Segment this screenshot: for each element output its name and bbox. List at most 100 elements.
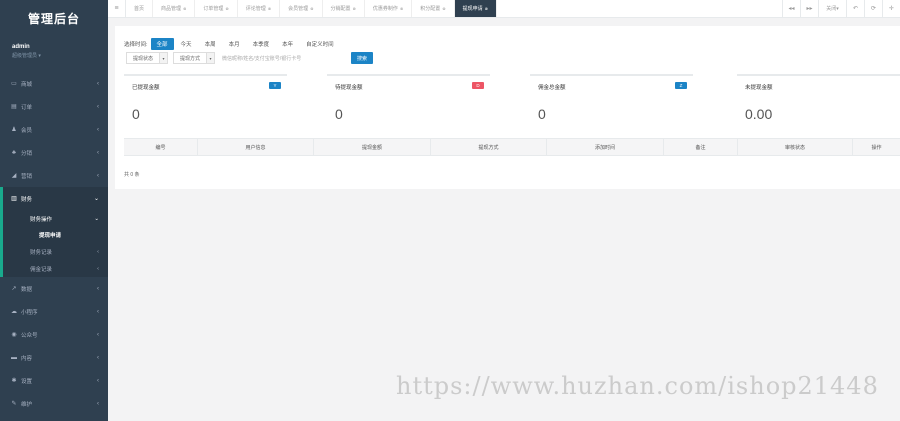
- close-circle-icon[interactable]: ⊗: [183, 6, 186, 11]
- tab-goods[interactable]: 商品管理 ⊗: [153, 0, 196, 17]
- time-option-all[interactable]: 全部: [150, 38, 174, 50]
- tab-points[interactable]: 积分配置 ⊗: [412, 0, 455, 17]
- tab-members[interactable]: 会员管理 ⊗: [280, 0, 323, 17]
- sidebar-item-label: 数据: [21, 286, 33, 293]
- scroll-right-icon[interactable]: ▸▸: [800, 0, 818, 17]
- time-option-custom[interactable]: 自定义时间: [300, 38, 340, 50]
- chevron-left-icon: ‹: [97, 308, 99, 315]
- column-header: 操作: [871, 144, 882, 151]
- search-input[interactable]: 微信昵称/姓名/支付宝账号/银行卡号: [220, 52, 347, 64]
- stat-card-title: 佣金总金额: [538, 85, 566, 91]
- tab-label: 评论管理: [245, 6, 266, 12]
- sidebar-item-miniprogram[interactable]: ☁ 小程序 ‹: [0, 300, 108, 323]
- back-icon[interactable]: ↶: [846, 0, 864, 17]
- scroll-left-icon[interactable]: ◂◂: [782, 0, 800, 17]
- stat-card-value: 0: [538, 106, 546, 122]
- close-circle-icon[interactable]: ⊗: [353, 6, 356, 11]
- time-option-quarter[interactable]: 本季度: [247, 38, 276, 50]
- tab-label: 首页: [134, 6, 145, 12]
- chevron-left-icon: ‹: [97, 80, 99, 87]
- sidebar-item-content[interactable]: ▬ 内容 ‹: [0, 346, 108, 369]
- chevron-left-icon: ‹: [97, 103, 99, 110]
- chevron-down-icon: ⌄: [94, 215, 99, 222]
- sidebar-item-finance[interactable]: ▥ 财务 ⌄: [0, 187, 108, 210]
- sidebar-item-label: 内容: [21, 355, 33, 362]
- close-circle-icon[interactable]: ⊗: [400, 6, 403, 11]
- sidebar-item-label: 商城: [21, 81, 33, 88]
- sidebar-subitem-label: 佣金记录: [30, 266, 53, 273]
- method-select[interactable]: 提现方式 ▾: [173, 52, 216, 64]
- sidebar-item-settings[interactable]: ✱ 设置 ‹: [0, 369, 108, 392]
- stat-card-title: 已提现金额: [132, 85, 160, 91]
- tab-comments[interactable]: 评论管理 ⊗: [238, 0, 281, 17]
- distribution-icon: ♣: [12, 149, 16, 156]
- sidebar-item-wechat[interactable]: ◉ 公众号 ‹: [0, 323, 108, 346]
- chevron-left-icon: ‹: [97, 265, 99, 272]
- watermark-text: https://www.huzhan.com/ishop21448: [396, 372, 879, 400]
- finance-icon: ▥: [11, 195, 17, 202]
- stat-card-value: 0: [132, 106, 140, 122]
- column-header: 审核状态: [738, 139, 853, 155]
- close-circle-icon[interactable]: ⊗: [442, 6, 445, 11]
- time-option-month[interactable]: 本月: [223, 38, 246, 50]
- status-badge: D: [472, 82, 484, 89]
- chart-icon: ↗: [11, 285, 17, 292]
- close-circle-icon[interactable]: ⊗: [485, 6, 488, 11]
- column-header: 备注: [664, 139, 738, 155]
- wechat-icon: ◉: [11, 331, 17, 338]
- column-header: 提现方式: [431, 139, 547, 155]
- user-name: admin: [12, 44, 30, 50]
- column-header: 用户信息: [198, 139, 314, 155]
- menu-toggle-icon[interactable]: ≡: [108, 0, 126, 17]
- status-select[interactable]: 提现状态 ▾: [126, 52, 169, 64]
- sidebar-subitem-finance-ops[interactable]: 财务操作 ⌄: [3, 210, 108, 227]
- tab-label: 订单管理: [203, 6, 224, 12]
- close-tabs-dropdown[interactable]: 关闭▾: [818, 0, 846, 17]
- sidebar-item-label: 维护: [21, 401, 33, 408]
- close-circle-icon[interactable]: ⊗: [310, 6, 313, 11]
- tab-label: 优惠券制作: [372, 6, 398, 12]
- tab-distribution[interactable]: 分销配置 ⊗: [323, 0, 365, 17]
- member-icon: ♟: [11, 126, 17, 133]
- user-role-dropdown[interactable]: 超级管理员 ▾: [12, 52, 108, 59]
- chevron-left-icon: ‹: [97, 377, 99, 384]
- search-button[interactable]: 搜索: [351, 52, 374, 64]
- close-circle-icon[interactable]: ⊗: [225, 6, 228, 11]
- user-profile[interactable]: admin 超级管理员 ▾: [0, 38, 108, 72]
- sidebar-item-maintenance[interactable]: ✎ 维护 ‹: [0, 392, 108, 415]
- settings-icon: ✱: [11, 377, 17, 384]
- sidebar-item-members[interactable]: ♟ 会员 ‹: [0, 118, 108, 141]
- sidebar-item-store[interactable]: ▭ 商城 ‹: [0, 72, 108, 95]
- tab-withdraw[interactable]: 提现申请 ⊗: [454, 0, 498, 17]
- sidebar-item-data[interactable]: ↗ 数据 ‹: [0, 277, 108, 300]
- chevron-left-icon: ‹: [97, 248, 99, 255]
- column-header: 编号: [124, 139, 198, 155]
- time-option-today[interactable]: 今天: [175, 38, 198, 50]
- tab-home[interactable]: 首页: [126, 0, 154, 17]
- sidebar-subitem-withdraw-request[interactable]: 提现申请: [3, 227, 108, 243]
- sidebar-item-marketing[interactable]: ◢ 营销 ‹: [0, 164, 108, 187]
- maintenance-icon: ✎: [11, 400, 17, 407]
- time-option-year[interactable]: 本年: [276, 38, 299, 50]
- tab-label: 会员管理: [288, 6, 309, 12]
- stat-card-value: 0.00: [745, 106, 773, 122]
- close-circle-icon[interactable]: ⊗: [268, 6, 271, 11]
- sidebar-item-orders[interactable]: ▤ 订单 ‹: [0, 95, 108, 118]
- tab-coupons[interactable]: 优惠券制作 ⊗: [365, 0, 413, 17]
- tab-controls: ◂◂ ▸▸ 关闭▾ ↶ ⟳ ✛: [782, 0, 900, 17]
- search-filter: 提现状态 ▾ 提现方式 ▾ 微信昵称/姓名/支付宝账号/银行卡号 搜索: [126, 52, 374, 64]
- time-option-week[interactable]: 本周: [199, 38, 222, 50]
- sidebar-subitem-finance-records[interactable]: 财务记录 ‹: [3, 243, 108, 260]
- fullscreen-icon[interactable]: ✛: [882, 0, 900, 17]
- refresh-icon[interactable]: ⟳: [864, 0, 882, 17]
- sidebar-subitem-commission-records[interactable]: 佣金记录 ‹: [3, 260, 108, 277]
- sidebar: 管理后台 admin 超级管理员 ▾ ▭ 商城 ‹ ▤ 订单 ‹ ♟ 会员 ‹ …: [0, 0, 108, 421]
- sidebar-item-label: 设置: [21, 378, 33, 385]
- sidebar-item-label: 会员: [21, 127, 33, 134]
- tab-orders[interactable]: 订单管理 ⊗: [195, 0, 238, 17]
- sidebar-item-distribution[interactable]: ♣ 分销 ‹: [0, 141, 108, 164]
- status-badge: Z: [675, 82, 687, 89]
- column-header: 提现金额: [314, 139, 431, 155]
- tab-label: 积分配置: [420, 6, 441, 12]
- chevron-down-icon: ⌄: [93, 196, 99, 202]
